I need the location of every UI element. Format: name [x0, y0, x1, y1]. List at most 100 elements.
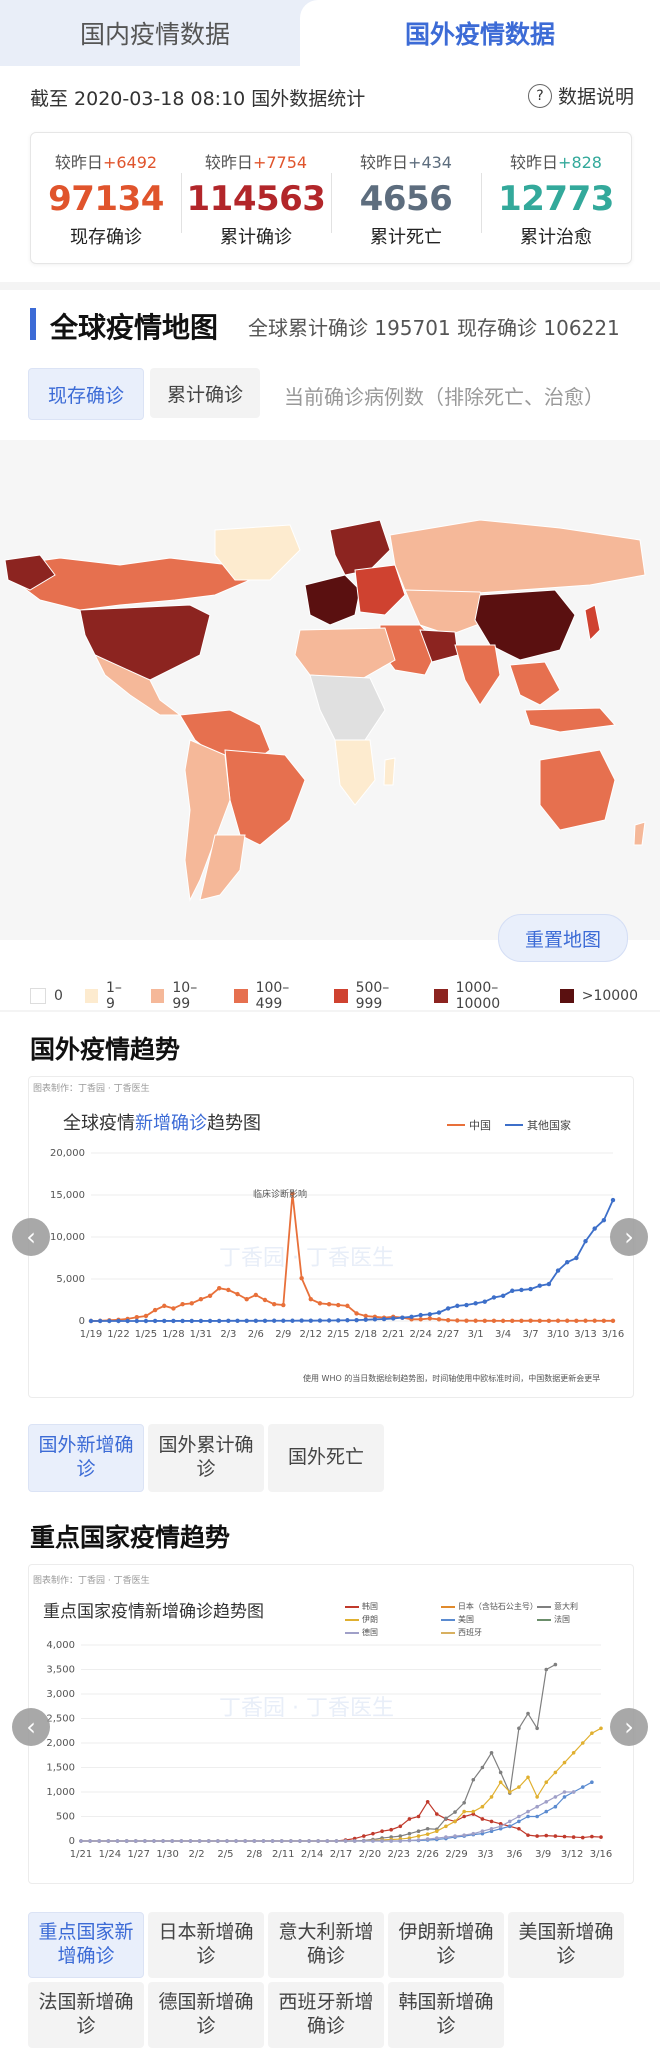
- key-legend-item: 意大利: [537, 1601, 633, 1612]
- key-button-0[interactable]: 重点国家新增确诊: [28, 1912, 144, 1978]
- data-point: [352, 1839, 357, 1843]
- key-chart-next-arrow[interactable]: ›: [610, 1708, 648, 1746]
- data-point: [471, 1777, 476, 1782]
- data-point: [207, 1293, 213, 1298]
- map-region-australia: [539, 749, 616, 831]
- key-legend-label: 意大利: [554, 1602, 578, 1611]
- data-point: [197, 1839, 202, 1843]
- tab-foreign[interactable]: 国外疫情数据: [300, 0, 660, 66]
- stat-label: 累计治愈: [520, 227, 592, 248]
- data-point: [270, 1839, 275, 1843]
- data-point: [500, 1293, 506, 1298]
- key-chart-prev-arrow[interactable]: ‹: [12, 1708, 50, 1746]
- key-button-4[interactable]: 美国新增确诊: [508, 1912, 624, 1978]
- trend-button-1[interactable]: 国外累计确诊: [148, 1424, 264, 1492]
- data-point: [336, 1302, 341, 1308]
- map-current-button[interactable]: 现存确诊: [28, 368, 144, 420]
- data-point: [179, 1839, 184, 1843]
- stat-label: 累计确诊: [220, 227, 292, 248]
- key-button-8[interactable]: 韩国新增确诊: [388, 1982, 504, 2048]
- data-point: [262, 1318, 268, 1324]
- legend-swatch: [84, 989, 99, 1003]
- world-map-canvas: [4, 519, 646, 902]
- data-point: [546, 1281, 552, 1287]
- x-tick-label: 2/2: [189, 1849, 205, 1860]
- key-legend-marker: [537, 1618, 551, 1621]
- data-point: [571, 1790, 576, 1794]
- tab-domestic[interactable]: 国内疫情数据: [0, 0, 310, 66]
- y-tick-label: 500: [56, 1812, 75, 1823]
- key-legend-marker: [345, 1618, 359, 1621]
- data-help-link[interactable]: ? 数据说明: [528, 82, 634, 109]
- data-point: [517, 1826, 521, 1831]
- legend-label: 0: [54, 988, 63, 1004]
- map-legend-item: >10000: [559, 980, 638, 1012]
- data-point: [427, 1312, 433, 1317]
- legend-swatch: [30, 988, 46, 1004]
- stat-value: 4656: [359, 179, 453, 219]
- key-button-1[interactable]: 日本新增确诊: [148, 1912, 264, 1978]
- data-point: [226, 1287, 231, 1293]
- data-point: [510, 1318, 515, 1324]
- data-point: [574, 1318, 579, 1324]
- data-point: [171, 1318, 176, 1324]
- data-point: [162, 1303, 167, 1309]
- key-legend-item: 伊朗: [345, 1614, 441, 1625]
- map-total-button[interactable]: 累计确诊: [150, 368, 260, 418]
- map-legend-item: 500–999: [334, 980, 412, 1012]
- data-point: [599, 1835, 603, 1839]
- data-point: [345, 1303, 350, 1309]
- trend-button-2[interactable]: 国外死亡: [268, 1424, 384, 1492]
- data-point: [407, 1831, 412, 1836]
- y-tick-label: 20,000: [50, 1148, 85, 1159]
- data-point: [326, 1302, 332, 1307]
- data-point: [171, 1306, 176, 1311]
- map-legend-item: 100–499: [234, 980, 312, 1012]
- data-point: [489, 1819, 494, 1824]
- key-button-2[interactable]: 意大利新增确诊: [268, 1912, 384, 1978]
- legend-label: 1000–10000: [455, 980, 501, 1012]
- key-button-5[interactable]: 法国新增确诊: [28, 1982, 144, 2048]
- y-tick-label: 3,000: [46, 1689, 75, 1700]
- chart-watermark: 丁香园 · 丁香医生: [219, 1246, 394, 1271]
- global-trend-chart-frame: 图表制作：丁香园 · 丁香医生 全球疫情新增确诊趋势图 中国 其他国家 0 5,0…: [28, 1076, 634, 1398]
- y-tick-label: 15,000: [50, 1190, 85, 1201]
- map-legend: 0 1–9 10–99 100–499 500–999 1000–10000 >10000: [30, 980, 660, 1012]
- key-button-3[interactable]: 伊朗新增确诊: [388, 1912, 504, 1978]
- data-point: [381, 1316, 387, 1322]
- key-button-6[interactable]: 德国新增确诊: [148, 1982, 264, 2048]
- legend-swatch: [559, 989, 574, 1003]
- key-button-7[interactable]: 西班牙新增确诊: [268, 1982, 384, 2048]
- x-tick-label: 3/16: [590, 1849, 612, 1860]
- data-point: [580, 1741, 585, 1745]
- data-point: [473, 1318, 478, 1323]
- map-legend-item: 1–9: [84, 980, 129, 1012]
- data-point: [243, 1839, 248, 1843]
- data-point: [519, 1287, 524, 1293]
- data-point: [133, 1839, 138, 1843]
- data-point: [445, 1317, 451, 1323]
- spike-annotation: 临床诊断影响: [253, 1188, 307, 1200]
- data-point: [574, 1255, 579, 1261]
- reset-map-button[interactable]: 重置地图: [498, 914, 628, 962]
- data-point: [416, 1834, 421, 1838]
- data-point: [562, 1795, 567, 1799]
- stat-3: 较昨日+828 12773 累计治愈: [481, 133, 631, 263]
- x-tick-label: 3/16: [602, 1329, 624, 1340]
- trend-button-0[interactable]: 国外新增确诊: [28, 1424, 144, 1492]
- y-tick-label: 2,500: [46, 1714, 75, 1725]
- world-map[interactable]: [0, 440, 660, 940]
- data-point: [453, 1834, 457, 1838]
- data-point: [363, 1317, 368, 1322]
- chart-next-arrow[interactable]: ›: [610, 1218, 648, 1256]
- legend-label: 10–99: [172, 980, 198, 1012]
- data-point: [398, 1824, 403, 1829]
- region-tabs: 国内疫情数据 国外疫情数据: [0, 0, 660, 66]
- data-point: [544, 1800, 549, 1804]
- legend-other-marker: [505, 1124, 523, 1126]
- map-region-western-europe: [304, 574, 361, 626]
- data-point: [517, 1814, 521, 1819]
- data-point: [372, 1317, 378, 1322]
- chart-prev-arrow[interactable]: ‹: [12, 1218, 50, 1256]
- trend-section-title: 国外疫情趋势: [30, 1035, 181, 1064]
